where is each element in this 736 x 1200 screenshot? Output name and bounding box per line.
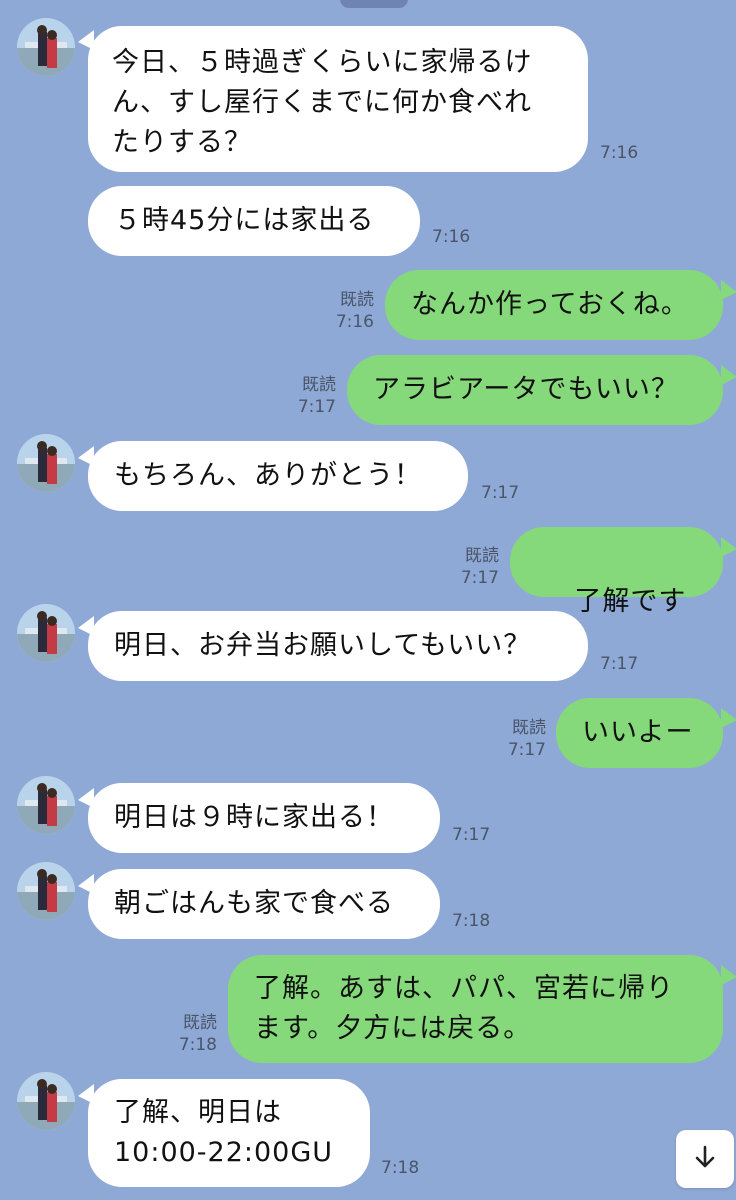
message-bubble-outgoing[interactable]: なんか作っておくね。 [385, 270, 723, 340]
message-bubble-incoming[interactable]: 朝ごはんも家で食べる [88, 869, 440, 939]
message-time: 7:18 [381, 1158, 420, 1178]
avatar-photo [17, 862, 75, 920]
arrow-down-icon [691, 1143, 719, 1175]
avatar[interactable] [17, 434, 75, 492]
message-bubble-outgoing[interactable]: アラビアータでもいい？ [347, 355, 723, 425]
message-bubble-incoming[interactable]: もちろん、ありがとう！ [88, 441, 468, 511]
read-receipt: 既読 [340, 290, 374, 310]
message-bubble-incoming[interactable]: 明日、お弁当お願いしてもいい？ [88, 611, 588, 681]
message-time: 7:18 [452, 911, 491, 931]
avatar[interactable] [17, 18, 75, 76]
avatar-photo [17, 604, 75, 662]
message-meta: 既読 7:17 [492, 717, 546, 761]
message-time: 7:18 [178, 1035, 217, 1055]
message-time: 7:17 [600, 654, 639, 674]
avatar-photo [17, 18, 75, 76]
avatar[interactable] [17, 1072, 75, 1130]
message-time: 7:17 [452, 825, 491, 845]
read-receipt: 既読 [512, 718, 546, 738]
message-bubble-outgoing[interactable]: 了解。あすは、パパ、宮若に帰り ます。夕方には戻る。 [228, 955, 723, 1063]
read-receipt: 既読 [183, 1013, 217, 1033]
message-meta: 既読 7:18 [165, 1012, 217, 1056]
message-bubble-incoming[interactable]: 了解、明日は 10:00-22:00GU [88, 1079, 370, 1187]
message-meta: 既読 7:16 [320, 289, 374, 333]
read-receipt: 既読 [465, 546, 499, 566]
message-time: 7:16 [432, 227, 471, 247]
avatar[interactable] [17, 776, 75, 834]
message-time: 7:17 [507, 740, 546, 760]
message-text: 了解です [574, 586, 687, 617]
scroll-to-bottom-button[interactable] [676, 1130, 734, 1188]
message-meta: 既読 7:17 [445, 545, 499, 589]
message-bubble-incoming[interactable]: ５時45分には家出る [88, 186, 420, 256]
avatar-photo [17, 1072, 75, 1130]
message-time: 7:17 [460, 568, 499, 588]
avatar-photo [17, 434, 75, 492]
avatar[interactable] [17, 604, 75, 662]
message-bubble-outgoing[interactable]: いいよー [556, 698, 723, 768]
message-meta: 既読 7:17 [280, 374, 336, 418]
message-bubble-incoming[interactable]: 今日、５時過ぎくらいに家帰るけ ん、すし屋行くまでに何か食べれ たりする？ [88, 26, 588, 172]
message-time: 7:16 [600, 143, 639, 163]
drag-handle[interactable] [340, 0, 408, 8]
avatar[interactable] [17, 862, 75, 920]
read-receipt: 既読 [302, 375, 336, 395]
message-bubble-incoming[interactable]: 明日は９時に家出る！ [88, 783, 440, 853]
message-time: 7:17 [297, 397, 336, 417]
avatar-photo [17, 776, 75, 834]
message-time: 7:17 [481, 483, 520, 503]
message-time: 7:16 [335, 312, 374, 332]
chat-view[interactable]: 今日、５時過ぎくらいに家帰るけ ん、すし屋行くまでに何か食べれ たりする？ 7:… [0, 0, 736, 1200]
message-bubble-outgoing[interactable]: 了解です [510, 527, 723, 650]
